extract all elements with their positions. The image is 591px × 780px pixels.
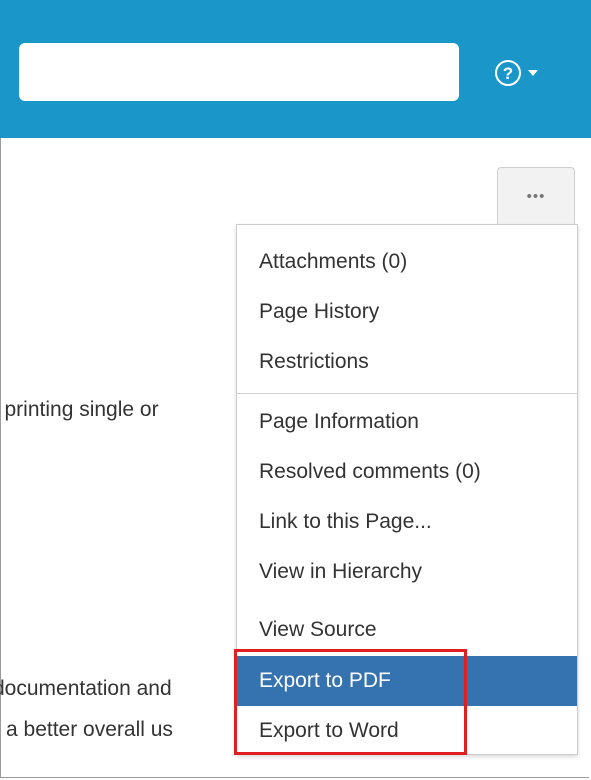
body-text-line: a better overall us bbox=[6, 718, 173, 741]
menu-item-view-source[interactable]: View Source bbox=[237, 605, 577, 655]
menu-item-link-to-page[interactable]: Link to this Page... bbox=[237, 497, 577, 547]
more-actions-dropdown: Attachments (0) Page History Restriction… bbox=[236, 224, 578, 755]
menu-divider bbox=[237, 393, 577, 394]
help-icon: ? bbox=[495, 60, 521, 86]
body-text-line: l printing single or bbox=[0, 398, 159, 421]
more-actions-button[interactable]: ••• bbox=[497, 167, 575, 224]
chevron-down-icon bbox=[528, 70, 538, 76]
menu-item-attachments[interactable]: Attachments (0) bbox=[237, 237, 577, 287]
menu-item-page-information[interactable]: Page Information bbox=[237, 397, 577, 447]
help-menu-button[interactable]: ? bbox=[495, 55, 538, 91]
menu-item-export-word[interactable]: Export to Word bbox=[237, 706, 577, 756]
menu-item-resolved-comments[interactable]: Resolved comments (0) bbox=[237, 447, 577, 497]
menu-item-export-pdf[interactable]: Export to PDF bbox=[237, 656, 577, 706]
menu-item-view-in-hierarchy[interactable]: View in Hierarchy bbox=[237, 547, 577, 597]
menu-item-restrictions[interactable]: Restrictions bbox=[237, 337, 577, 387]
search-input[interactable] bbox=[19, 43, 459, 101]
top-header: ? bbox=[0, 0, 591, 138]
body-text-line: documentation and bbox=[0, 677, 172, 700]
menu-item-page-history[interactable]: Page History bbox=[237, 287, 577, 337]
